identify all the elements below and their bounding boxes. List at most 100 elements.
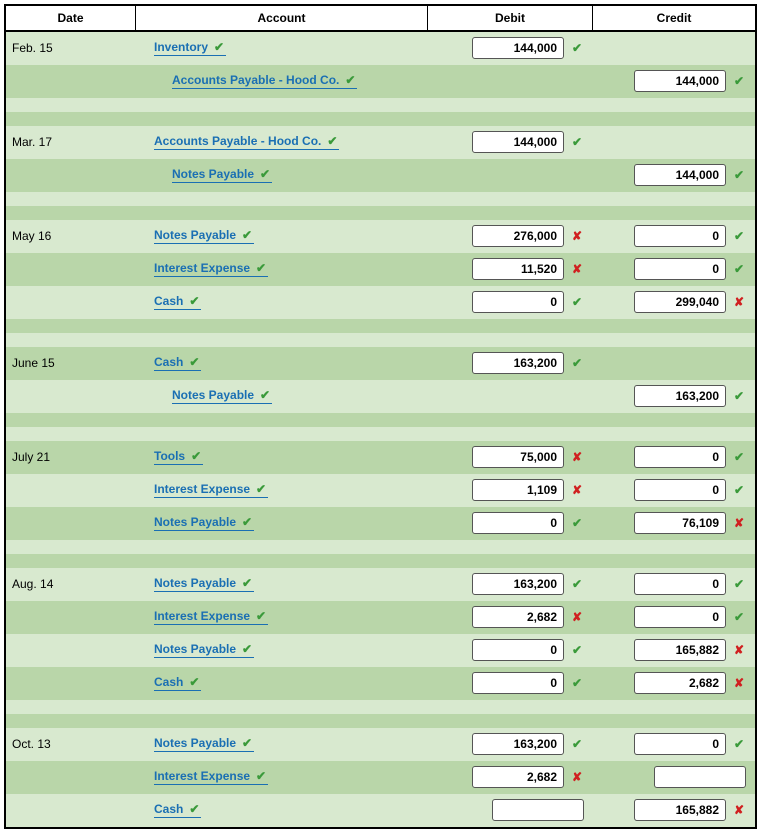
credit-input[interactable] bbox=[634, 639, 726, 661]
check-icon: ✔ bbox=[732, 74, 746, 88]
account-link[interactable]: Inventory ✔ bbox=[154, 40, 226, 56]
credit-input[interactable] bbox=[634, 573, 726, 595]
debit-input[interactable] bbox=[472, 573, 564, 595]
account-link[interactable]: Notes Payable ✔ bbox=[154, 736, 254, 752]
check-icon: ✔ bbox=[187, 294, 201, 308]
credit-input[interactable] bbox=[634, 512, 726, 534]
date-cell bbox=[6, 634, 136, 666]
debit-input[interactable] bbox=[472, 258, 564, 280]
account-link[interactable]: Cash ✔ bbox=[154, 675, 201, 691]
journal-row: Cash ✔ ✘ bbox=[6, 794, 755, 827]
credit-cell bbox=[593, 32, 755, 64]
check-icon: ✔ bbox=[570, 643, 584, 657]
account-link[interactable]: Accounts Payable - Hood Co. ✔ bbox=[154, 134, 339, 150]
debit-cell: ✔ bbox=[428, 634, 593, 666]
journal-row: Aug. 14Notes Payable ✔✔✔ bbox=[6, 568, 755, 601]
credit-cell: ✘ bbox=[593, 286, 755, 318]
credit-cell: ✔ bbox=[593, 441, 755, 473]
x-icon: ✘ bbox=[570, 483, 584, 497]
header-account: Account bbox=[136, 6, 428, 30]
spacer-row bbox=[6, 333, 755, 347]
debit-input[interactable] bbox=[472, 352, 564, 374]
check-icon: ✔ bbox=[570, 516, 584, 530]
date-cell: Feb. 15 bbox=[6, 32, 136, 64]
journal-entry-table: Date Account Debit Credit Feb. 15Invento… bbox=[4, 4, 757, 829]
account-link[interactable]: Accounts Payable - Hood Co. ✔ bbox=[172, 73, 357, 89]
spacer-row bbox=[6, 319, 755, 333]
journal-row: May 16Notes Payable ✔✘✔ bbox=[6, 220, 755, 253]
account-link[interactable]: Interest Expense ✔ bbox=[154, 261, 268, 277]
account-link[interactable]: Cash ✔ bbox=[154, 294, 201, 310]
debit-input[interactable] bbox=[472, 291, 564, 313]
credit-input[interactable] bbox=[634, 225, 726, 247]
debit-input[interactable] bbox=[472, 672, 564, 694]
debit-input[interactable] bbox=[472, 733, 564, 755]
credit-input[interactable] bbox=[634, 385, 726, 407]
debit-cell: ✔ bbox=[428, 126, 593, 158]
debit-input[interactable] bbox=[472, 512, 564, 534]
check-icon: ✔ bbox=[732, 262, 746, 276]
debit-cell bbox=[428, 380, 593, 412]
account-link[interactable]: Notes Payable ✔ bbox=[154, 642, 254, 658]
check-icon: ✔ bbox=[732, 483, 746, 497]
debit-input[interactable] bbox=[472, 131, 564, 153]
credit-input[interactable] bbox=[634, 606, 726, 628]
credit-input[interactable] bbox=[634, 672, 726, 694]
account-link[interactable]: Notes Payable ✔ bbox=[172, 388, 272, 404]
check-icon: ✔ bbox=[240, 576, 254, 590]
check-icon: ✔ bbox=[325, 134, 339, 148]
debit-input[interactable] bbox=[472, 225, 564, 247]
credit-cell: ✔ bbox=[593, 65, 755, 97]
account-link[interactable]: Cash ✔ bbox=[154, 355, 201, 371]
credit-input[interactable] bbox=[634, 164, 726, 186]
credit-cell: ✘ bbox=[593, 634, 755, 666]
credit-input[interactable] bbox=[634, 291, 726, 313]
account-cell: Notes Payable ✔ bbox=[136, 568, 428, 600]
debit-input[interactable] bbox=[472, 479, 564, 501]
journal-row: Notes Payable ✔ ✔ bbox=[6, 159, 755, 192]
debit-input[interactable] bbox=[492, 799, 584, 821]
x-icon: ✘ bbox=[732, 643, 746, 657]
journal-row: Notes Payable ✔✔✘ bbox=[6, 507, 755, 540]
credit-input[interactable] bbox=[654, 766, 746, 788]
credit-cell: ✔ bbox=[593, 159, 755, 191]
credit-input[interactable] bbox=[634, 733, 726, 755]
account-link[interactable]: Interest Expense ✔ bbox=[154, 769, 268, 785]
journal-row: June 15Cash ✔✔ bbox=[6, 347, 755, 380]
account-link[interactable]: Cash ✔ bbox=[154, 802, 201, 818]
account-link[interactable]: Notes Payable ✔ bbox=[154, 228, 254, 244]
credit-input[interactable] bbox=[634, 799, 726, 821]
account-cell: Cash ✔ bbox=[136, 286, 428, 318]
account-link[interactable]: Tools ✔ bbox=[154, 449, 203, 465]
account-link[interactable]: Notes Payable ✔ bbox=[154, 515, 254, 531]
credit-cell: ✘ bbox=[593, 794, 755, 826]
debit-input[interactable] bbox=[472, 37, 564, 59]
check-icon: ✔ bbox=[732, 577, 746, 591]
debit-input[interactable] bbox=[472, 639, 564, 661]
check-icon: ✔ bbox=[570, 577, 584, 591]
credit-input[interactable] bbox=[634, 258, 726, 280]
credit-input[interactable] bbox=[634, 446, 726, 468]
spacer-row bbox=[6, 112, 755, 126]
check-icon: ✔ bbox=[254, 482, 268, 496]
check-icon: ✔ bbox=[187, 802, 201, 816]
debit-cell: ✘ bbox=[428, 474, 593, 506]
x-icon: ✘ bbox=[732, 516, 746, 530]
credit-cell: ✔ bbox=[593, 728, 755, 760]
check-icon: ✔ bbox=[570, 135, 584, 149]
account-cell: Tools ✔ bbox=[136, 441, 428, 473]
account-link[interactable]: Notes Payable ✔ bbox=[172, 167, 272, 183]
account-link[interactable]: Interest Expense ✔ bbox=[154, 609, 268, 625]
debit-input[interactable] bbox=[472, 606, 564, 628]
account-link[interactable]: Interest Expense ✔ bbox=[154, 482, 268, 498]
header-debit: Debit bbox=[428, 6, 593, 30]
credit-input[interactable] bbox=[634, 479, 726, 501]
account-link[interactable]: Notes Payable ✔ bbox=[154, 576, 254, 592]
debit-cell: ✘ bbox=[428, 441, 593, 473]
credit-cell: ✔ bbox=[593, 220, 755, 252]
check-icon: ✔ bbox=[240, 515, 254, 529]
date-cell bbox=[6, 601, 136, 633]
debit-input[interactable] bbox=[472, 446, 564, 468]
credit-input[interactable] bbox=[634, 70, 726, 92]
debit-input[interactable] bbox=[472, 766, 564, 788]
